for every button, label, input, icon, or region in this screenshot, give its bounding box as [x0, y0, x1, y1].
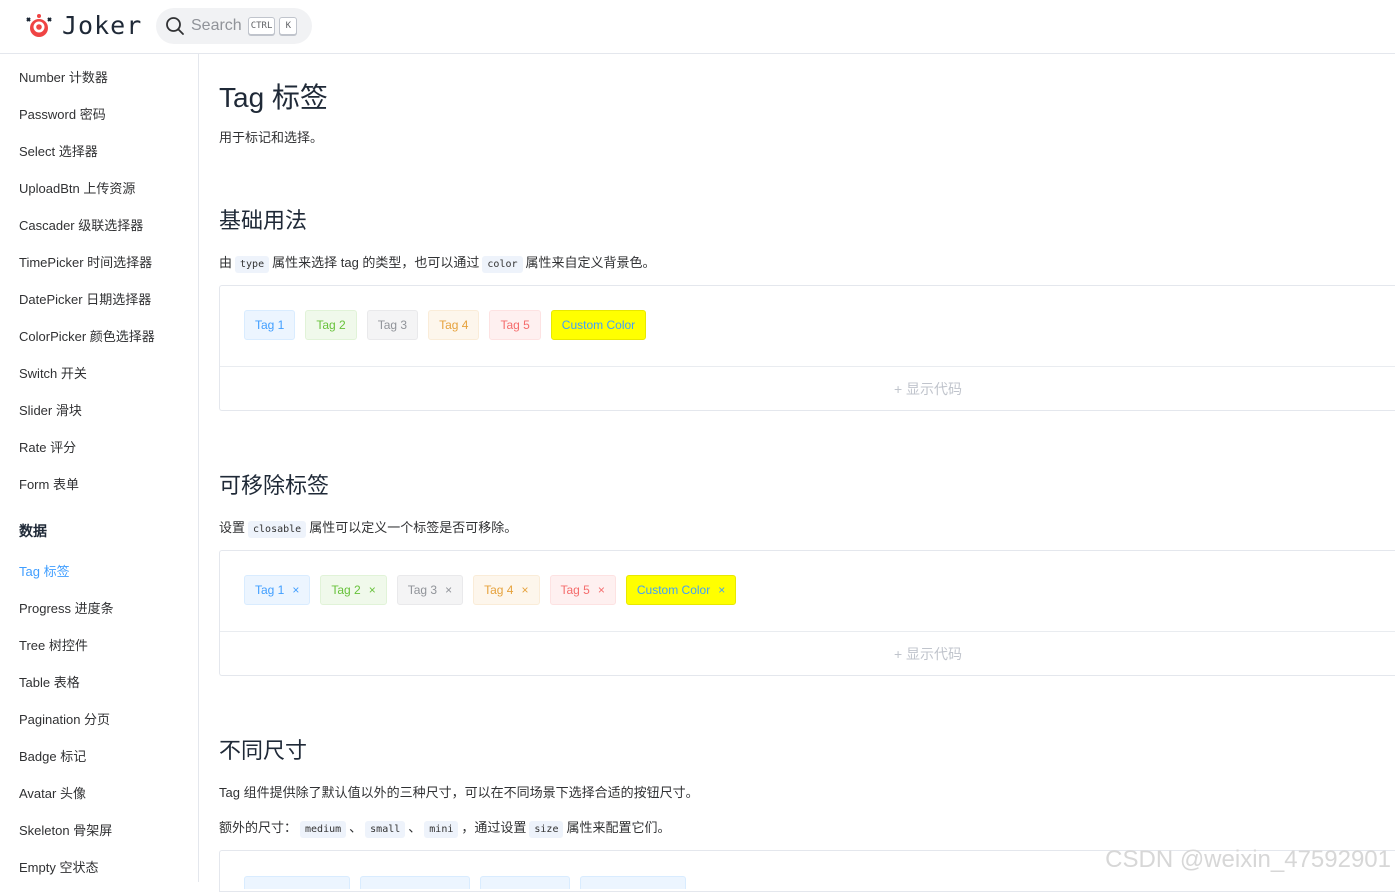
- tag-info: Tag 3: [366, 310, 419, 340]
- joker-logo-icon: [26, 13, 52, 37]
- sidebar-item-badge[interactable]: Badge 标记: [19, 746, 86, 765]
- demo-basic-body: Tag 1 Tag 2 Tag 3 Tag 4 Tag 5 Custom Col…: [220, 286, 1395, 367]
- search-button[interactable]: Search CTRL K: [156, 8, 312, 44]
- section-basic-desc: 由 type 属性来选择 tag 的类型，也可以通过 color 属性来自定义背景色。: [219, 252, 656, 273]
- sidebar-nav: Number 计数器 Password 密码 Select 选择器 Upload…: [0, 54, 199, 882]
- tag-success: Tag 2: [305, 310, 357, 340]
- tag-label: Tag 1: [255, 583, 285, 597]
- desc-text: 属性来配置它们。: [566, 820, 671, 835]
- close-icon[interactable]: ×: [369, 583, 376, 597]
- page-title: Tag 标签: [219, 82, 328, 113]
- size-tag-default: [244, 876, 350, 889]
- sidebar-item-uploadbtn[interactable]: UploadBtn 上传资源: [19, 178, 135, 197]
- top-header: Joker Search CTRL K: [0, 0, 1395, 54]
- kbd-ctrl: CTRL: [247, 17, 276, 35]
- logo[interactable]: Joker: [24, 11, 142, 40]
- code-closable: closable: [248, 521, 307, 538]
- sidebar-item-tag[interactable]: Tag 标签: [19, 561, 70, 580]
- demo-basic: Tag 1 Tag 2 Tag 3 Tag 4 Tag 5 Custom Col…: [219, 285, 1395, 411]
- sidebar-item-datepicker[interactable]: DatePicker 日期选择器: [19, 289, 151, 308]
- demo-closable: Tag 1 × Tag 2 × Tag 3 × Tag 4 × Tag 5 × Custo…: [219, 550, 1395, 676]
- sidebar-item-skeleton[interactable]: Skeleton 骨架屏: [19, 820, 112, 839]
- search-icon: [166, 17, 184, 35]
- search-placeholder: Search: [191, 17, 242, 34]
- tag-label: Tag 3: [407, 583, 438, 597]
- close-icon[interactable]: ×: [292, 583, 299, 597]
- tag-label: Custom Color: [636, 583, 711, 597]
- code-medium: medium: [300, 821, 347, 838]
- desc-text: ，通过设置: [461, 820, 527, 835]
- close-icon[interactable]: ×: [598, 583, 605, 597]
- sidebar-item-table[interactable]: Table 表格: [19, 672, 80, 691]
- sidebar-item-empty[interactable]: Empty 空状态: [19, 857, 98, 876]
- sidebar-item-slider[interactable]: Slider 滑块: [19, 400, 82, 419]
- logo-text: Joker: [62, 11, 143, 40]
- show-code-button[interactable]: + 显示代码: [220, 367, 1395, 410]
- code-small: small: [365, 821, 406, 838]
- desc-text: 由: [219, 255, 233, 270]
- closable-tag-info: Tag 3 ×: [396, 575, 464, 605]
- tag-label: Tag 4: [484, 583, 514, 597]
- sidebar-item-password[interactable]: Password 密码: [19, 104, 106, 123]
- sidebar-item-colorpicker[interactable]: ColorPicker 颜色选择器: [19, 326, 155, 345]
- desc-text: 设置: [219, 520, 246, 535]
- size-tag-mini: [580, 876, 686, 889]
- tag-label: Tag 2: [331, 583, 361, 597]
- tag-label: Tag 5: [560, 583, 590, 597]
- desc-text: 属性来自定义背景色。: [525, 255, 656, 270]
- tag-primary: Tag 1: [244, 310, 296, 340]
- sidebar-item-pagination[interactable]: Pagination 分页: [19, 709, 110, 728]
- section-sizes-desc: Tag 组件提供除了默认值以外的三种尺寸，可以在不同场景下选择合适的按钮尺寸。: [219, 785, 699, 800]
- tag-list: Tag 1 × Tag 2 × Tag 3 × Tag 4 × Tag 5 × Custo…: [244, 575, 746, 605]
- desc-text: 属性来选择 tag 的类型，也可以通过: [272, 255, 480, 270]
- sidebar-item-tree[interactable]: Tree 树控件: [19, 635, 88, 654]
- separator: 、: [349, 820, 363, 835]
- tag-list: Tag 1 Tag 2 Tag 3 Tag 4 Tag 5 Custom Col…: [244, 310, 656, 340]
- code-color: color: [482, 256, 523, 273]
- sidebar-group-data: 数据: [19, 523, 47, 539]
- sidebar-item-form[interactable]: Form 表单: [19, 474, 79, 493]
- section-closable-heading: 可移除标签: [219, 473, 330, 498]
- page-subtitle: 用于标记和选择。: [219, 130, 324, 145]
- kbd-k: K: [279, 17, 298, 35]
- separator: 、: [408, 820, 422, 835]
- closable-tag-success: Tag 2 ×: [320, 575, 387, 605]
- code-size: size: [529, 821, 564, 838]
- close-icon[interactable]: ×: [718, 583, 725, 597]
- tag-custom-color: Custom Color: [550, 310, 647, 340]
- section-basic-heading: 基础用法: [219, 208, 308, 233]
- size-tag-small: [480, 876, 570, 889]
- show-code-button[interactable]: + 显示代码: [220, 632, 1395, 675]
- sidebar-item-switch[interactable]: Switch 开关: [19, 363, 87, 382]
- main-content: Tag 标签 用于标记和选择。 基础用法 由 type 属性来选择 tag 的类型，…: [219, 54, 1395, 892]
- desc-text: 属性可以定义一个标签是否可移除。: [309, 520, 518, 535]
- sidebar-item-timepicker[interactable]: TimePicker 时间选择器: [19, 252, 152, 271]
- section-closable-desc: 设置 closable 属性可以定义一个标签是否可移除。: [219, 517, 518, 538]
- sidebar-item-avatar[interactable]: Avatar 头像: [19, 783, 86, 802]
- closable-tag-primary: Tag 1 ×: [244, 575, 311, 605]
- tag-warning: Tag 4: [428, 310, 480, 340]
- closable-tag-custom-color: Custom Color ×: [625, 575, 737, 605]
- close-icon[interactable]: ×: [445, 583, 452, 597]
- section-sizes-desc-2: 额外的尺寸： medium、 small、 mini ，通过设置 size 属性来配置它们。: [219, 817, 671, 838]
- closable-tag-warning: Tag 4 ×: [473, 575, 540, 605]
- section-sizes-heading: 不同尺寸: [219, 738, 308, 763]
- tag-danger: Tag 5: [489, 310, 541, 340]
- sidebar-item-number[interactable]: Number 计数器: [19, 67, 108, 86]
- code-mini: mini: [424, 821, 459, 838]
- close-icon[interactable]: ×: [521, 583, 528, 597]
- sidebar-item-progress[interactable]: Progress 进度条: [19, 598, 114, 617]
- sidebar-item-cascader[interactable]: Cascader 级联选择器: [19, 215, 143, 234]
- size-tag-medium: [360, 876, 470, 889]
- sidebar-item-select[interactable]: Select 选择器: [19, 141, 98, 160]
- code-type: type: [235, 256, 270, 273]
- demo-closable-body: Tag 1 × Tag 2 × Tag 3 × Tag 4 × Tag 5 × Custo…: [220, 551, 1395, 632]
- watermark: CSDN @weixin_47592901: [1105, 846, 1391, 873]
- desc-text: 额外的尺寸：: [219, 820, 298, 835]
- closable-tag-danger: Tag 5 ×: [549, 575, 616, 605]
- sidebar-item-rate[interactable]: Rate 评分: [19, 437, 76, 456]
